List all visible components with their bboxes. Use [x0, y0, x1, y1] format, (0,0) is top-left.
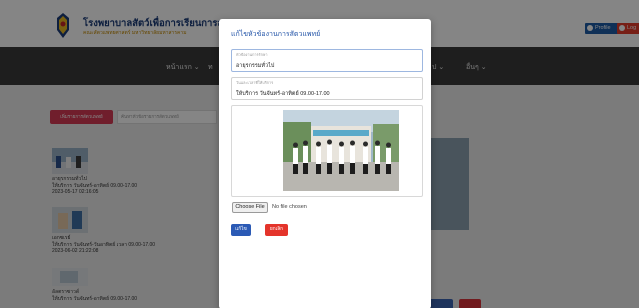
service-time-value: ให้บริการ วันจันทร์-อาทิตย์ 09.00-17.00: [236, 91, 330, 97]
service-name-field[interactable]: หัวข้องานการรักษา อายุรกรรมทั่วไป: [231, 49, 423, 72]
service-time-field[interactable]: วันและเวลาที่ให้บริการ ให้บริการ วันจันท…: [231, 77, 423, 100]
file-status-text: No file chosen: [272, 204, 307, 210]
save-button[interactable]: แก้ไข: [231, 224, 251, 236]
service-name-label: หัวข้องานการรักษา: [236, 53, 268, 57]
edit-service-modal: แก้ไขหัวข้องานการสัตวแพทย์ หัวข้องานการร…: [219, 19, 431, 308]
image-preview-box: [231, 105, 423, 197]
service-time-label: วันและเวลาที่ให้บริการ: [236, 81, 274, 85]
service-name-value: อายุรกรรมทั่วไป: [236, 63, 275, 69]
modal-title: แก้ไขหัวข้องานการสัตวแพทย์: [231, 31, 321, 38]
service-photo: [283, 110, 399, 191]
cancel-button[interactable]: ยกเลิก: [265, 224, 288, 236]
choose-file-button[interactable]: Choose File: [232, 202, 268, 213]
